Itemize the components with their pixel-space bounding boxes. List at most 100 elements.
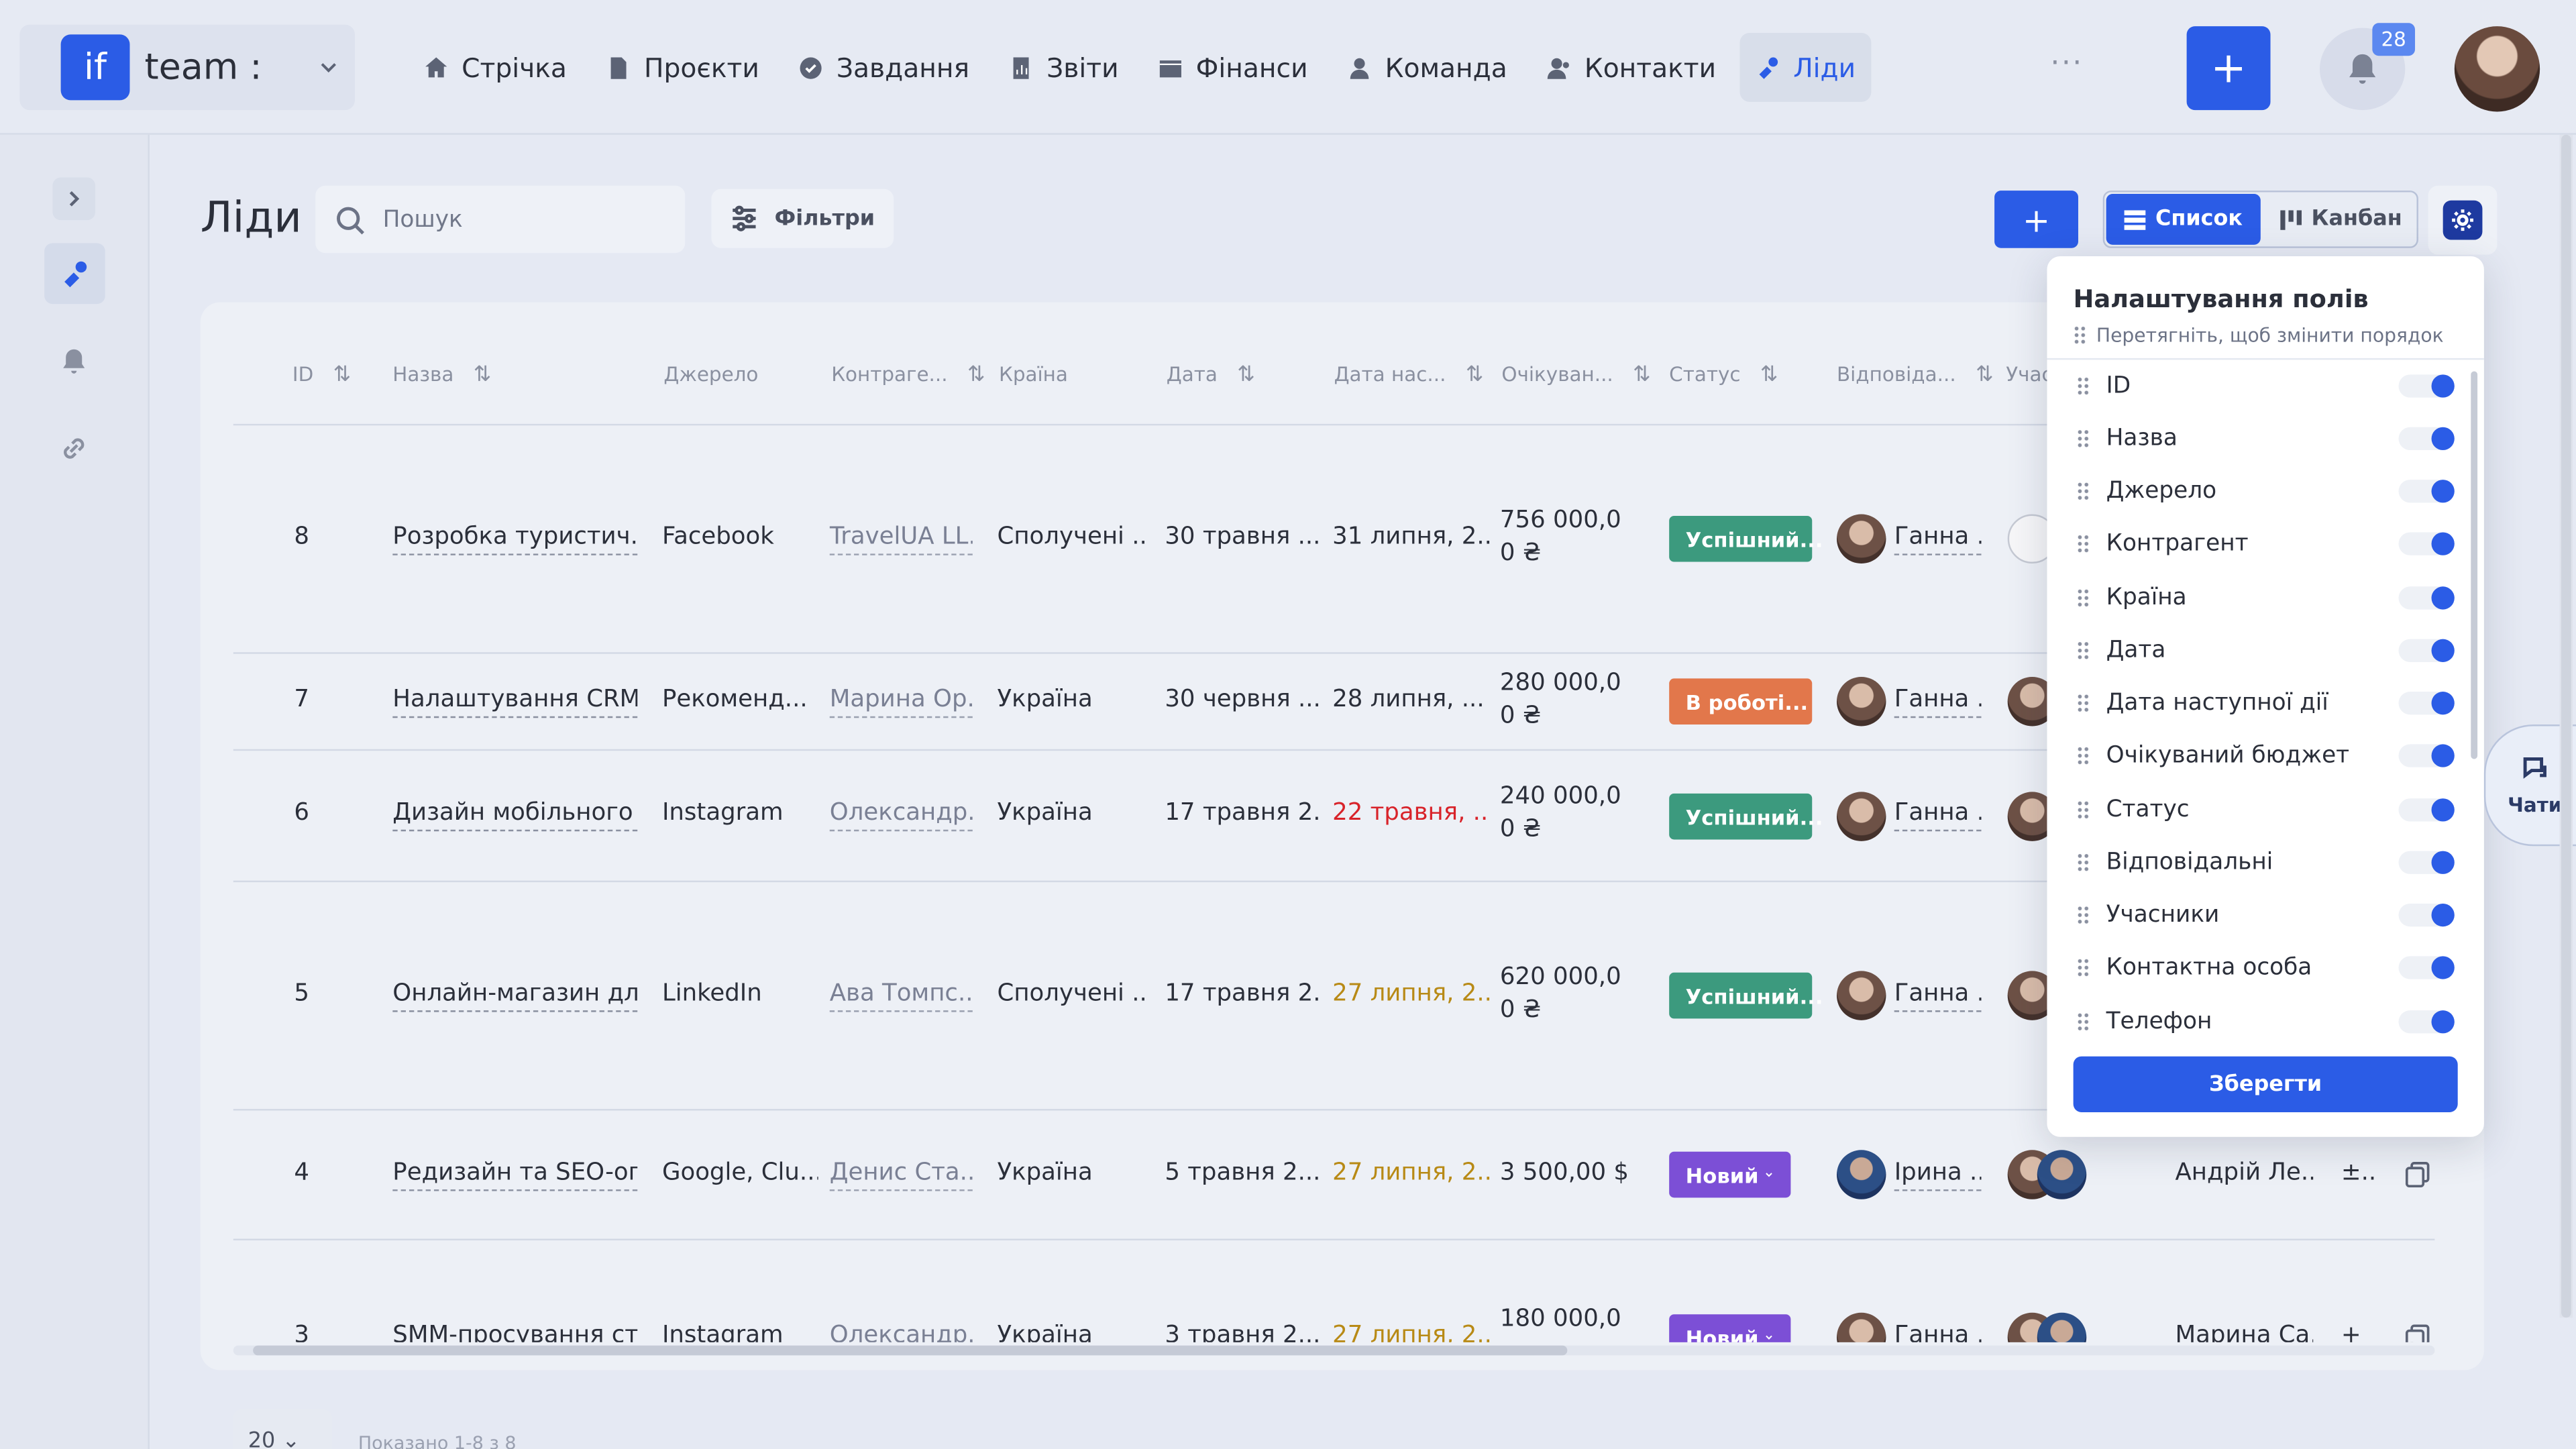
copy-icon[interactable] — [2405, 1161, 2430, 1188]
search-input[interactable] — [382, 206, 662, 233]
col-header-owner[interactable]: Відповіда... ⇅ — [1837, 363, 1994, 388]
cell-id[interactable]: 3 — [294, 1322, 309, 1342]
drag-handle-icon[interactable] — [2076, 800, 2090, 820]
cell-contractor[interactable]: TravelUA LL... — [829, 524, 973, 555]
sidebar-expand-button[interactable] — [52, 177, 96, 221]
drag-handle-icon[interactable] — [2076, 957, 2090, 978]
add-lead-button[interactable]: + — [1994, 191, 2078, 248]
nav-item-feed[interactable]: Стрічка — [407, 33, 583, 102]
col-header-contractor[interactable]: Контраге... ⇅ — [831, 363, 985, 388]
drag-handle-icon[interactable] — [2076, 745, 2090, 766]
nav-item-leads[interactable]: Ліди — [1739, 32, 1872, 102]
field-row-members[interactable]: Учасники — [2076, 899, 2465, 932]
status-badge[interactable]: Новий — [1669, 1314, 1791, 1342]
user-avatar[interactable] — [2454, 26, 2540, 112]
view-kanban-button[interactable]: Канбан — [2265, 194, 2416, 245]
drag-handle-icon[interactable] — [2076, 905, 2090, 925]
field-row-name[interactable]: Назва — [2076, 422, 2465, 455]
field-row-contact[interactable]: Контактна особа — [2076, 951, 2465, 984]
horizontal-scrollbar-thumb[interactable] — [253, 1345, 1568, 1356]
field-row-contractor[interactable]: Контрагент — [2076, 527, 2465, 560]
field-toggle[interactable] — [2398, 427, 2455, 451]
cell-name[interactable]: SMM-просування ст... — [392, 1322, 637, 1342]
sidebar-item-links[interactable] — [52, 427, 95, 470]
drag-handle-icon[interactable] — [2076, 853, 2090, 873]
sidebar-item-leads[interactable] — [44, 243, 105, 305]
drag-handle-icon[interactable] — [2076, 376, 2090, 396]
workspace-switcher[interactable]: if team : — [19, 24, 355, 111]
save-button[interactable]: Зберегти — [2073, 1056, 2458, 1112]
field-toggle[interactable] — [2398, 903, 2455, 927]
cell-contractor[interactable]: Ава Томпс... — [829, 981, 973, 1012]
drag-handle-icon[interactable] — [2076, 481, 2090, 501]
drag-handle-icon[interactable] — [2076, 429, 2090, 449]
field-row-source[interactable]: Джерело — [2076, 475, 2465, 508]
page-scrollbar[interactable] — [2559, 134, 2573, 1318]
quick-create-button[interactable]: + — [2186, 26, 2271, 111]
col-header-id[interactable]: ID ⇅ — [292, 363, 351, 388]
nav-more-button[interactable]: ··· — [2050, 46, 2083, 80]
search-box[interactable] — [315, 185, 686, 254]
cell-contractor[interactable]: Денис Ста... — [829, 1160, 973, 1191]
status-badge[interactable]: Успішний... — [1669, 515, 1823, 562]
status-badge[interactable]: Успішний... — [1669, 793, 1823, 840]
status-badge[interactable]: Успішний... — [1669, 972, 1823, 1019]
drag-handle-icon[interactable] — [2076, 641, 2090, 661]
field-row-id[interactable]: ID — [2076, 370, 2465, 402]
field-row-country[interactable]: Країна — [2076, 582, 2465, 614]
cell-id[interactable]: 6 — [294, 800, 309, 826]
col-header-source[interactable]: Джерело — [663, 363, 758, 386]
cell-id[interactable]: 5 — [294, 981, 309, 1007]
cell-name[interactable]: Дизайн мобільного ... — [392, 800, 638, 832]
field-toggle[interactable] — [2398, 956, 2455, 979]
view-list-button[interactable]: Список — [2106, 193, 2261, 245]
col-header-country[interactable]: Країна — [999, 363, 1068, 386]
field-row-phone[interactable]: Телефон — [2076, 1006, 2465, 1038]
col-header-name[interactable]: Назва ⇅ — [392, 363, 491, 388]
nav-item-tasks[interactable]: Завдання — [782, 33, 985, 102]
field-row-next-date[interactable]: Дата наступної дії — [2076, 687, 2465, 720]
field-toggle[interactable] — [2398, 532, 2455, 555]
nav-item-contacts[interactable]: Контакти — [1530, 33, 1733, 102]
cell-owner[interactable]: Ганна ... — [1894, 687, 1982, 718]
field-row-budget[interactable]: Очікуваний бюджет — [2076, 739, 2465, 772]
cell-id[interactable]: 4 — [294, 1160, 309, 1186]
field-settings-button[interactable] — [2428, 185, 2498, 255]
field-toggle[interactable] — [2398, 586, 2455, 610]
cell-owner[interactable]: Ірина ... — [1894, 1160, 1982, 1191]
cell-contractor[interactable]: Марина Ор... — [829, 687, 973, 718]
drag-handle-icon[interactable] — [2076, 1012, 2090, 1032]
status-badge[interactable]: Новий — [1669, 1151, 1791, 1198]
cell-name[interactable]: Налаштування CRM ... — [392, 687, 638, 718]
filters-button[interactable]: Фільтри — [711, 189, 894, 248]
cell-owner[interactable]: Ганна ... — [1894, 981, 1982, 1012]
field-toggle[interactable] — [2398, 1010, 2455, 1034]
sidebar-item-notifications[interactable] — [52, 340, 95, 383]
field-row-status[interactable]: Статус — [2076, 794, 2465, 826]
cell-name[interactable]: Онлайн-магазин дл... — [392, 981, 638, 1012]
field-toggle[interactable] — [2398, 480, 2455, 503]
drag-handle-icon[interactable] — [2076, 693, 2090, 713]
drag-handle-icon[interactable] — [2076, 533, 2090, 554]
status-badge[interactable]: В роботі... — [1669, 678, 1813, 725]
col-header-next-date[interactable]: Дата нас... ⇅ — [1334, 363, 1484, 388]
copy-icon[interactable] — [2405, 1324, 2430, 1342]
drag-handle-icon[interactable] — [2076, 588, 2090, 608]
col-header-date[interactable]: Дата ⇅ — [1167, 363, 1255, 388]
cell-owner[interactable]: Ганна ... — [1894, 1322, 1982, 1342]
nav-item-projects[interactable]: Проєкти — [590, 33, 775, 102]
cell-id[interactable]: 8 — [294, 524, 309, 550]
cell-contractor[interactable]: Олександр... — [830, 1322, 973, 1342]
cell-name[interactable]: Розробка туристич... — [392, 524, 638, 555]
nav-item-reports[interactable]: Звіти — [992, 33, 1135, 102]
page-size-select[interactable]: 20 ⌄ — [233, 1409, 332, 1449]
nav-item-team[interactable]: Команда — [1331, 33, 1523, 102]
cell-contractor[interactable]: Олександр... — [829, 800, 973, 832]
panel-scrollbar[interactable] — [2471, 371, 2478, 759]
col-header-status[interactable]: Статус ⇅ — [1669, 363, 1778, 388]
field-toggle[interactable] — [2398, 374, 2455, 398]
cell-owner[interactable]: Ганна ... — [1894, 524, 1982, 555]
field-toggle[interactable] — [2398, 744, 2455, 767]
col-header-budget[interactable]: Очікуван... ⇅ — [1501, 363, 1650, 388]
field-toggle[interactable] — [2398, 692, 2455, 715]
